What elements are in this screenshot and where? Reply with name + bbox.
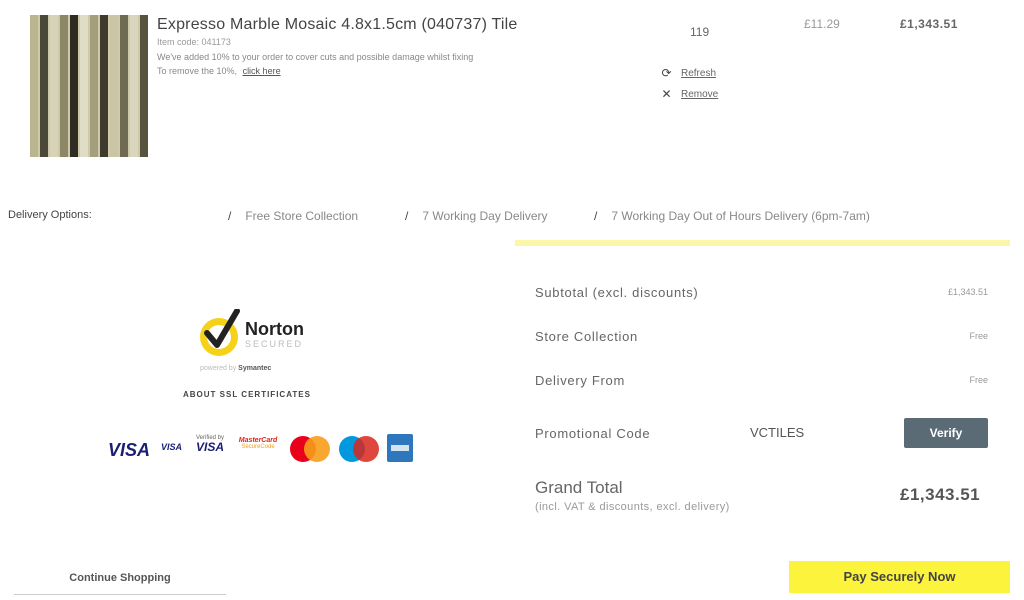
store-collection-value: Free bbox=[969, 331, 988, 341]
powered-by-symantec: powered by Symantec bbox=[200, 365, 271, 372]
delivery-from-label: Delivery From bbox=[535, 373, 625, 388]
quantity-value[interactable]: 119 bbox=[690, 25, 709, 39]
refresh-icon: ⟳ bbox=[661, 66, 672, 80]
grand-total-value: £1,343.51 bbox=[900, 485, 981, 504]
powered-by-text: powered by bbox=[200, 365, 237, 372]
delivery-from-value: Free bbox=[969, 375, 988, 385]
delivery-options-label: Delivery Options: bbox=[8, 209, 92, 221]
mastercard-securecode-logo: MasterCard SecureCode bbox=[233, 437, 283, 450]
check-icon: / bbox=[405, 209, 409, 223]
remove-waste-link[interactable]: click here bbox=[243, 66, 281, 76]
waste-note: We've added 10% to your order to cover c… bbox=[157, 52, 474, 62]
store-collection-label: Store Collection bbox=[535, 329, 638, 344]
subtotal-value: £1,343.51 bbox=[947, 287, 988, 297]
remove-button[interactable]: ✕ Remove bbox=[660, 87, 718, 101]
verified-visa-text: VISA bbox=[195, 440, 224, 454]
unit-price: £11.29 bbox=[804, 17, 840, 31]
remove-waste-line: To remove the 10%, click here bbox=[157, 66, 281, 76]
promo-code-input[interactable]: VCTILES bbox=[750, 425, 804, 440]
norton-badge[interactable]: Norton SECURED bbox=[197, 305, 347, 365]
delivery-option-store-collection[interactable]: / Free Store Collection bbox=[228, 209, 358, 223]
securecode-text: SecureCode bbox=[241, 444, 275, 450]
promo-code-label: Promotional Code bbox=[535, 426, 651, 441]
subtotal-label: Subtotal (excl. discounts) bbox=[535, 285, 699, 300]
summary-divider bbox=[515, 240, 1010, 246]
verified-by-visa-logo: Verified by VISA bbox=[192, 435, 228, 454]
delivery-option-out-of-hours[interactable]: / 7 Working Day Out of Hours Delivery (6p… bbox=[594, 209, 870, 223]
check-icon: / bbox=[594, 209, 598, 223]
maestro-icon bbox=[339, 436, 379, 462]
product-title[interactable]: Expresso Marble Mosaic 4.8x1.5cm (040737… bbox=[157, 16, 517, 34]
visa-logo: VISA bbox=[108, 440, 151, 460]
close-icon: ✕ bbox=[661, 87, 672, 101]
delivery-option-label: Free Store Collection bbox=[245, 209, 359, 223]
delivery-option-label: 7 Working Day Delivery bbox=[422, 209, 548, 223]
visa-debit-logo: VISA bbox=[161, 442, 183, 452]
symantec-text: Symantec bbox=[238, 365, 272, 372]
remove-waste-text: To remove the 10%, bbox=[157, 66, 238, 76]
mastercard-icon bbox=[290, 436, 330, 462]
continue-shopping-button[interactable]: Continue Shopping bbox=[14, 565, 226, 595]
amex-icon bbox=[387, 434, 413, 462]
refresh-button[interactable]: ⟳ Refresh bbox=[660, 66, 716, 80]
payment-cards: VISA VISA Verified by VISA MasterCard Se… bbox=[108, 433, 418, 465]
verify-button[interactable]: Verify bbox=[904, 418, 988, 448]
grand-total-note: (incl. VAT & discounts, excl. delivery) bbox=[535, 501, 730, 513]
delivery-option-label: 7 Working Day Out of Hours Delivery (6pm… bbox=[611, 209, 870, 223]
line-total: £1,343.51 bbox=[900, 17, 958, 31]
product-item-code: Item code: 041173 bbox=[157, 37, 231, 47]
remove-label: Remove bbox=[681, 88, 719, 100]
norton-check-icon bbox=[200, 309, 240, 356]
pay-securely-button[interactable]: Pay Securely Now bbox=[789, 561, 1010, 593]
grand-total-label: Grand Total bbox=[535, 478, 623, 497]
norton-wordmark: Norton bbox=[245, 319, 304, 339]
delivery-option-7-day[interactable]: / 7 Working Day Delivery bbox=[405, 209, 548, 223]
mastercard-text: MasterCard bbox=[238, 437, 278, 444]
check-icon: / bbox=[228, 209, 232, 223]
norton-secured-text: SECURED bbox=[245, 339, 304, 349]
about-ssl-link[interactable]: ABOUT SSL CERTIFICATES bbox=[183, 390, 311, 399]
product-thumbnail[interactable] bbox=[30, 15, 148, 157]
refresh-label: Refresh bbox=[681, 67, 717, 79]
